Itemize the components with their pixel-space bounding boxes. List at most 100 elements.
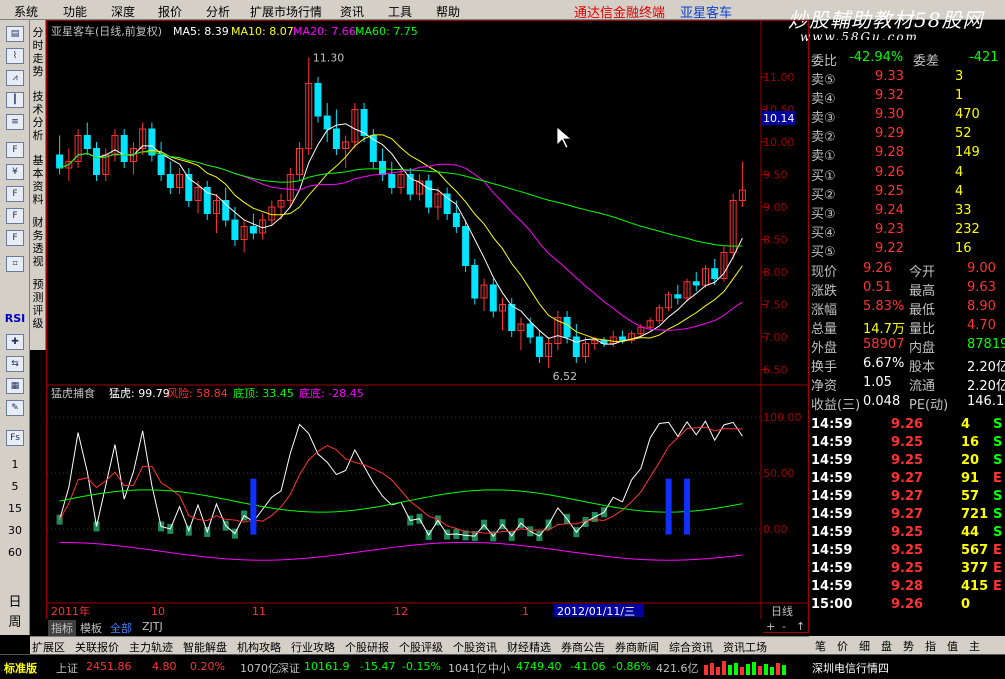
tab-all[interactable]: 全部 [110, 620, 132, 636]
stat-value-2: 146.1 [967, 394, 1005, 409]
category-tab[interactable]: 券商公告 [561, 639, 605, 655]
tick-time: 14:59 [811, 561, 853, 576]
kline-chart-icon[interactable]: ⩘ [6, 70, 24, 86]
f10-icon[interactable]: F [6, 142, 24, 158]
buy-label: 买① [811, 169, 836, 184]
category-tab[interactable]: 智能解盘 [183, 639, 227, 655]
tick-flag: E [993, 561, 1002, 576]
stat-value-2: 8.90 [967, 299, 996, 314]
right-tab[interactable]: 主 [969, 638, 980, 654]
tab-fundamental[interactable]: 基本资料 [31, 154, 45, 206]
chart-toggle-icon[interactable]: ⌗ [6, 256, 24, 272]
category-tab[interactable]: 个股资讯 [453, 639, 497, 655]
f2-icon[interactable]: F [6, 186, 24, 202]
category-tab[interactable]: 个股研报 [345, 639, 389, 655]
finance-icon[interactable]: ¥ [6, 164, 24, 180]
tab-forecast[interactable]: 预测评级 [31, 278, 45, 330]
zoom-out-icon[interactable]: - [782, 620, 786, 633]
minute-chart-icon[interactable]: ⌇ [6, 48, 24, 64]
menu-system[interactable]: 系统 [14, 3, 38, 20]
menu-quote[interactable]: 报价 [158, 3, 182, 20]
period-5min[interactable]: 5 [0, 480, 30, 493]
tick-row: 14:59 9.28 415 E [809, 579, 1005, 598]
period-30min[interactable]: 30 [0, 524, 30, 537]
period-month[interactable]: 月 [0, 636, 30, 649]
category-tab[interactable]: 财经精选 [507, 639, 551, 655]
category-tab[interactable]: 综合资讯 [669, 639, 713, 655]
menu-analysis[interactable]: 分析 [206, 3, 230, 20]
tab-minute[interactable]: 分时走势 [31, 26, 45, 78]
tick-time: 14:59 [811, 489, 853, 504]
tick-flag: S [993, 507, 1003, 522]
candlestick-icon[interactable]: ┃ [6, 92, 24, 108]
stack-icon[interactable]: ▦ [6, 378, 24, 394]
tick-icon[interactable]: ≡ [6, 114, 24, 130]
stat-value: 0.048 [863, 394, 901, 409]
buy-label: 买③ [811, 207, 836, 222]
menu-help[interactable]: 帮助 [436, 3, 460, 20]
right-tab[interactable]: 细 [859, 638, 870, 654]
sell-vol: 149 [955, 145, 980, 160]
category-tab[interactable]: 机构攻略 [237, 639, 281, 655]
period-week[interactable]: 周 [0, 616, 30, 629]
tab-template[interactable]: 模板 [80, 620, 102, 636]
period-1min[interactable]: 1 [0, 458, 30, 471]
tick-time: 14:59 [811, 507, 853, 522]
right-tab[interactable]: 价 [837, 638, 848, 654]
weibi-row: 委比 -42.94% 委差 -421 [809, 50, 1005, 69]
zoom-in-icon[interactable]: + [766, 620, 775, 633]
menu-depth[interactable]: 深度 [111, 3, 135, 20]
right-tab[interactable]: 值 [947, 638, 958, 654]
weibi-value: -42.94% [849, 50, 904, 65]
buy-price: 9.24 [875, 203, 904, 218]
menu-tools[interactable]: 工具 [388, 3, 412, 20]
right-tab[interactable]: 笔 [815, 638, 826, 654]
tick-price: 9.26 [891, 417, 924, 432]
tool-icon[interactable]: ✚ [6, 334, 24, 350]
menu-extended-market[interactable]: 扩展市场行情 [250, 3, 322, 20]
sell-price: 9.32 [875, 88, 904, 103]
sell-vol: 1 [955, 88, 964, 103]
tab-finance[interactable]: 财务透视 [31, 216, 45, 268]
menu-news[interactable]: 资讯 [340, 3, 364, 20]
f8-icon[interactable]: F [6, 230, 24, 246]
tick-flag: S [993, 435, 1003, 450]
right-tab[interactable]: 势 [903, 638, 914, 654]
pencil-icon[interactable]: ✎ [6, 400, 24, 416]
zx-amount: 421.6亿 [656, 662, 699, 675]
price-tick-label: 11.00 [763, 71, 795, 84]
period-15min[interactable]: 15 [0, 502, 30, 515]
f6-icon[interactable]: F [6, 208, 24, 224]
category-tab[interactable]: 个股评级 [399, 639, 443, 655]
indicator-tick-label: 0.00 [763, 523, 788, 536]
category-tab[interactable]: 资讯工场 [723, 639, 767, 655]
category-tab[interactable]: 关联报价 [75, 639, 119, 655]
period-60min[interactable]: 60 [0, 546, 30, 559]
buy-row: 买⑤ 9.22 16 [809, 241, 1005, 260]
rsi-icon[interactable]: RSI [0, 312, 30, 325]
compare-icon[interactable]: ⇆ [6, 356, 24, 372]
period-day[interactable]: 日 [0, 596, 30, 609]
scroll-up-icon[interactable]: ↑ [796, 620, 805, 633]
tab-zjtj[interactable]: ZJTJ [142, 620, 163, 633]
price-tick-label: 7.00 [763, 331, 788, 344]
stat-value-2: 87819 [967, 337, 1005, 352]
category-tab[interactable]: 行业攻略 [291, 639, 335, 655]
stat-label: 换手 [811, 360, 838, 375]
category-tab[interactable]: 主力轨迹 [129, 639, 173, 655]
sell-row: 卖④ 9.32 1 [809, 88, 1005, 107]
category-tab[interactable]: 券商新闻 [615, 639, 659, 655]
fs-button[interactable]: Fs [6, 430, 24, 446]
category-tab[interactable]: 扩展区 [32, 639, 65, 655]
menu-function[interactable]: 功能 [63, 3, 87, 20]
right-tab[interactable]: 盘 [881, 638, 892, 654]
chart-area[interactable]: 11.00 10.50 10.00 9.50 9.00 8.50 8.00 7.50 7.00 6… [46, 20, 810, 634]
quote-icon[interactable]: ▤ [6, 26, 24, 42]
buy-label: 买⑤ [811, 245, 836, 260]
right-tab[interactable]: 指 [925, 638, 936, 654]
stat-value: 14.7万 [863, 322, 905, 337]
tab-indicator[interactable]: 指标 [48, 620, 76, 636]
chart-svg[interactable]: 11.0010.5010.009.509.008.508.007.507.006… [47, 21, 810, 634]
tab-technical[interactable]: 技术分析 [31, 90, 45, 142]
tick-volume: 44 [961, 525, 980, 540]
